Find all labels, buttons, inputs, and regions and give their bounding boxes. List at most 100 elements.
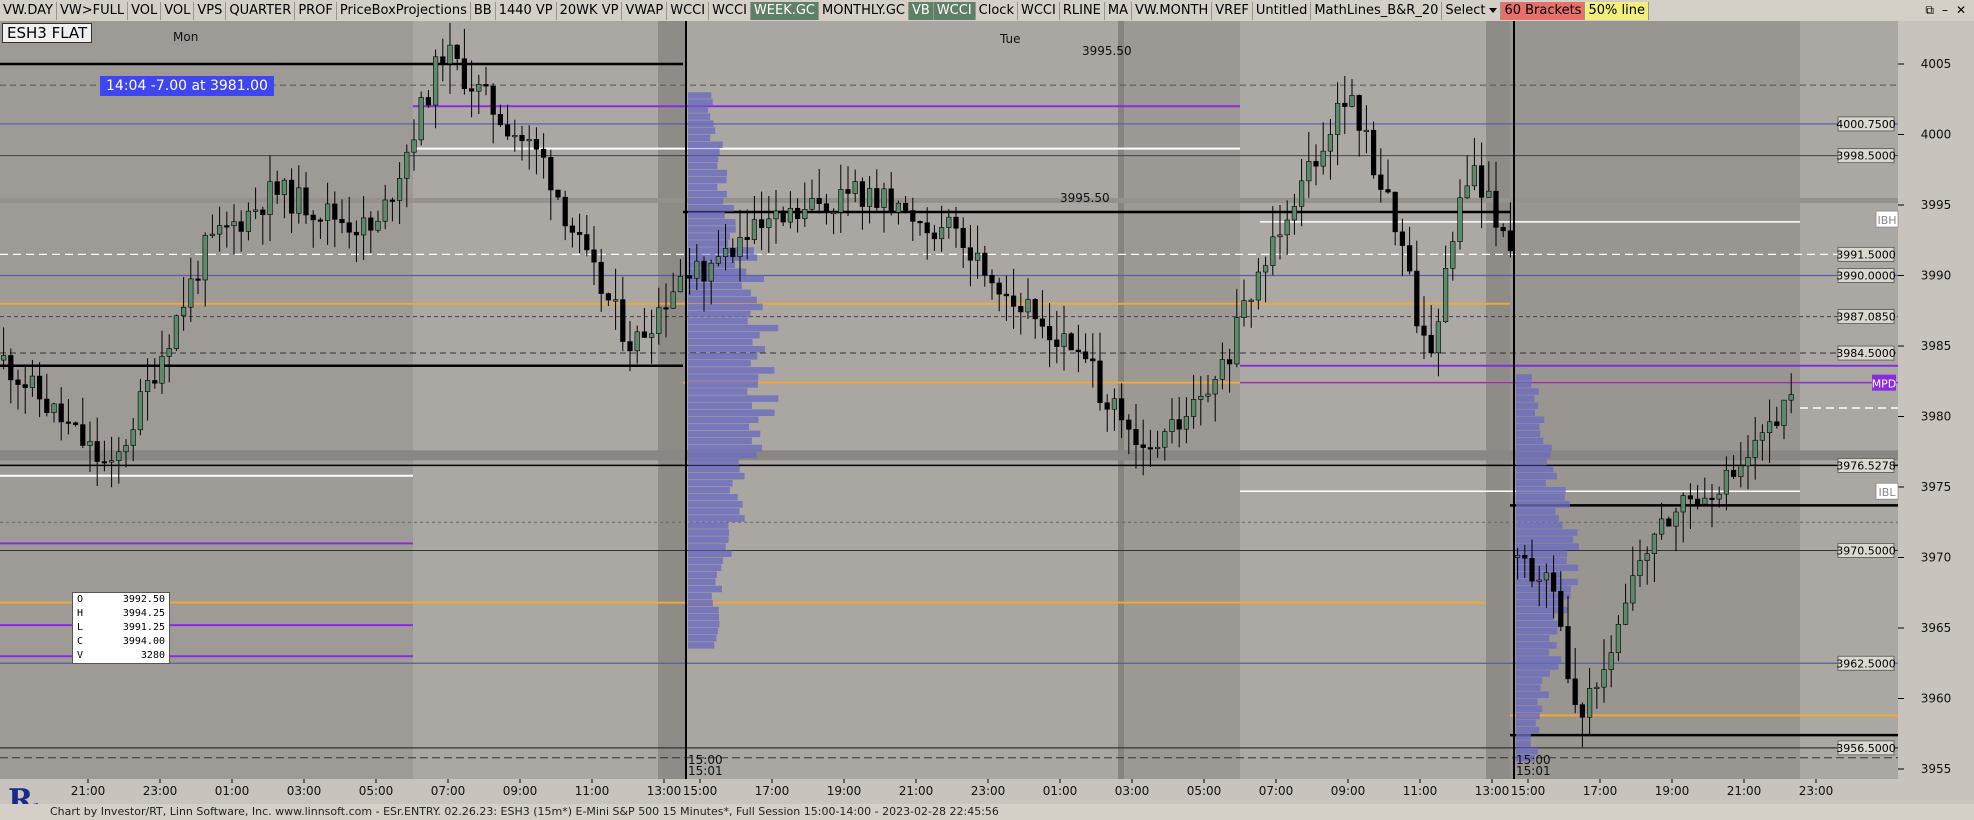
toolbar-item-vw-month[interactable]: VW.MONTH: [1132, 1, 1213, 20]
toolbar-item-vol[interactable]: VOL: [128, 1, 162, 20]
candle-bull: [895, 202, 902, 213]
candle-bear: [859, 181, 866, 207]
candle-bull: [1270, 236, 1276, 266]
time-tick-label: 21:00: [1727, 784, 1762, 798]
toolbar-item-vw-full[interactable]: VW>FULL: [57, 1, 129, 20]
candle-bull: [1637, 560, 1643, 577]
candle-bull: [715, 256, 722, 264]
candle-bear: [1342, 102, 1348, 107]
toolbar-item-priceboxprojections[interactable]: PriceBoxProjections: [337, 1, 471, 20]
time-tick-label: 17:00: [1583, 784, 1618, 798]
candle-bull: [1442, 267, 1449, 323]
price-tick-label: 3955: [1921, 762, 1952, 776]
toolbar-item-50-line[interactable]: 50% line: [1585, 1, 1649, 20]
profile-bar: [1516, 663, 1559, 670]
profile-bar: [688, 247, 754, 254]
price-tag: 3976.5278: [1836, 459, 1896, 472]
price-tick-label: 4005: [1921, 57, 1952, 71]
price-chart[interactable]: Mon Tue3995.503995.5015:0015:0115:0015:01…: [0, 21, 1974, 779]
price-tick-label: 3980: [1921, 410, 1952, 424]
candle-bull: [1284, 219, 1290, 236]
minimize-icon[interactable]: –: [1942, 3, 1948, 18]
candle-bull: [1111, 398, 1118, 410]
profile-bar: [1516, 430, 1541, 438]
candle-bear: [368, 217, 374, 231]
candle-bull: [188, 278, 194, 308]
toolbar-item-vol[interactable]: VOL: [161, 1, 195, 20]
toolbar-item-mathlines-b-r-20[interactable]: MathLines_B&R_20: [1311, 1, 1443, 20]
toolbar-item-wcci[interactable]: WCCI: [667, 1, 710, 20]
candle-bull: [130, 429, 136, 446]
candle-bear: [303, 187, 309, 216]
time-tick-label: 11:00: [575, 784, 610, 798]
toolbar-item-rline[interactable]: RLINE: [1060, 1, 1105, 20]
candle-bull: [1205, 393, 1211, 397]
profile-bar: [1516, 465, 1554, 473]
profile-bar: [1516, 691, 1549, 698]
candle-bull: [1601, 669, 1607, 688]
candle-bull: [245, 210, 252, 232]
time-tick-label: 21:00: [71, 784, 106, 798]
candle-bear: [1054, 339, 1060, 347]
price-tick-label: 3995: [1921, 198, 1952, 212]
time-tick-label: 07:00: [431, 784, 466, 798]
candle-bear: [1147, 447, 1154, 450]
candle-bull: [670, 291, 676, 309]
close-icon[interactable]: ✕: [1956, 3, 1966, 18]
select-dropdown[interactable]: Select: [1442, 1, 1502, 20]
toolbar-item-vps[interactable]: VPS: [194, 1, 227, 20]
candle-bear: [548, 157, 554, 191]
restore-icon[interactable]: ⧉: [1925, 3, 1934, 18]
candle-bull: [180, 306, 187, 317]
toolbar-item-20wk-vp[interactable]: 20WK VP: [557, 1, 623, 20]
candle-bull: [1162, 431, 1168, 448]
toolbar-item-monthly-gc[interactable]: MONTHLY.GC: [819, 1, 909, 20]
time-tick-label: 09:00: [1331, 784, 1366, 798]
toolbar-item-prof[interactable]: PROF: [295, 1, 337, 20]
toolbar-item-ma[interactable]: MA: [1105, 1, 1132, 20]
toolbar-item-clock[interactable]: Clock: [976, 1, 1018, 20]
toolbar-item-vb[interactable]: VB: [909, 1, 934, 20]
toolbar-item-bb[interactable]: BB: [471, 1, 496, 20]
profile-bar: [688, 197, 724, 205]
toolbar-item-vwap[interactable]: VWAP: [622, 1, 668, 20]
price-tick-label: 4000: [1921, 128, 1952, 142]
candle-bull: [231, 221, 237, 227]
candle-bear: [1550, 572, 1557, 592]
candle-bull: [773, 210, 779, 220]
toolbar-item-week-gc[interactable]: WEEK.GC: [750, 1, 819, 20]
toolbar-item-vw-day[interactable]: VW.DAY: [0, 1, 57, 20]
candle-bear: [1565, 626, 1571, 680]
candle-bull: [802, 208, 808, 219]
toolbar-item-wcci[interactable]: WCCI: [933, 1, 976, 20]
toolbar-item-wcci[interactable]: WCCI: [709, 1, 751, 20]
candle-bull: [1334, 102, 1341, 135]
toolbar-item-untitled[interactable]: Untitled: [1253, 1, 1312, 20]
candle-bear: [497, 114, 504, 126]
toolbar-item-quarter[interactable]: QUARTER: [226, 1, 296, 20]
profile-bar: [688, 360, 751, 367]
candle-bear: [1392, 191, 1398, 233]
candle-bull: [1586, 688, 1593, 718]
profile-bar: [1516, 656, 1562, 663]
candle-bull: [1745, 457, 1751, 467]
candle-bear: [15, 379, 21, 385]
ib-tag: IBL: [1879, 486, 1897, 499]
profile-bar: [1516, 444, 1552, 452]
profile-bar: [1516, 613, 1554, 621]
profile-bar: [688, 402, 753, 409]
toolbar-item-wcci[interactable]: WCCI: [1018, 1, 1060, 20]
candle-bear: [780, 210, 786, 223]
toolbar-item-vref[interactable]: VREF: [1212, 1, 1253, 20]
candle-bear: [58, 403, 64, 423]
candle-bear: [504, 124, 511, 137]
candle-bear: [36, 375, 43, 400]
candle-bull: [737, 236, 743, 257]
candle-bear: [1075, 349, 1082, 353]
toolbar-item-1440-vp[interactable]: 1440 VP: [496, 1, 557, 20]
candle-bull: [1464, 185, 1470, 199]
session-band: [413, 21, 658, 779]
toolbar-item-60-brackets[interactable]: 60 Brackets: [1501, 1, 1586, 20]
profile-bar: [1516, 740, 1531, 748]
candle-bull: [123, 445, 129, 453]
